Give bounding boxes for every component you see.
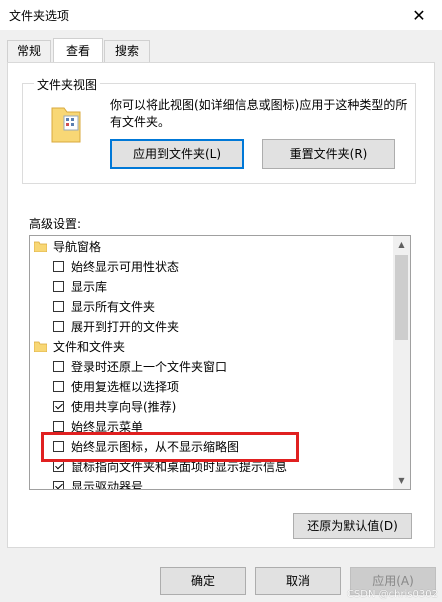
- tab-general[interactable]: 常规: [7, 40, 51, 62]
- tree-item-label: 显示所有文件夹: [71, 300, 156, 314]
- ok-button[interactable]: 确定: [160, 567, 246, 595]
- folder-icon: [34, 341, 47, 352]
- checkbox[interactable]: [53, 361, 64, 372]
- scroll-thumb[interactable]: [395, 255, 408, 340]
- tree-item-label: 显示驱动器号: [71, 480, 144, 490]
- tab-view[interactable]: 查看: [53, 38, 103, 62]
- checkbox[interactable]: [53, 461, 64, 472]
- tree-item-label: 使用复选框以选择项: [71, 380, 180, 394]
- restore-defaults-button[interactable]: 还原为默认值(D): [293, 513, 412, 539]
- tab-search[interactable]: 搜索: [104, 40, 150, 62]
- checkbox[interactable]: [53, 301, 64, 312]
- checkbox[interactable]: [53, 281, 64, 292]
- apply-to-folders-button[interactable]: 应用到文件夹(L): [110, 139, 244, 169]
- tree-item-label: 使用共享向导(推荐): [71, 400, 177, 414]
- window-title: 文件夹选项: [9, 9, 70, 23]
- checkbox[interactable]: [53, 381, 64, 392]
- checkbox[interactable]: [53, 261, 64, 272]
- reset-folders-button[interactable]: 重置文件夹(R): [262, 139, 395, 169]
- advanced-settings-label: 高级设置:: [29, 217, 82, 231]
- checkbox[interactable]: [53, 321, 64, 332]
- checkbox[interactable]: [53, 481, 64, 489]
- watermark-text: CSDN @chris0302: [346, 589, 438, 600]
- folder-view-icon: [51, 107, 81, 143]
- checkbox[interactable]: [53, 421, 64, 432]
- folder-views-title: 文件夹视图: [34, 76, 101, 93]
- folder-views-description: 你可以将此视图(如详细信息或图标)应用于这种类型的所有文件夹。: [110, 98, 408, 129]
- checkbox[interactable]: [53, 401, 64, 412]
- tree-item-label: 导航窗格: [53, 240, 102, 254]
- cancel-button[interactable]: 取消: [255, 567, 341, 595]
- tree-scrollbar[interactable]: ▲ ▼: [393, 236, 410, 489]
- tree-item-label: 展开到打开的文件夹: [71, 320, 180, 334]
- highlight-box: [41, 432, 299, 462]
- tree-item-label: 始终显示可用性状态: [71, 260, 180, 274]
- tree-item-label: 显示库: [71, 280, 108, 294]
- scroll-up-icon[interactable]: ▲: [393, 236, 410, 253]
- close-icon[interactable]: ✕: [396, 0, 442, 30]
- folder-icon: [34, 241, 47, 252]
- scroll-down-icon[interactable]: ▼: [393, 472, 410, 489]
- tree-item-label: 登录时还原上一个文件夹窗口: [71, 360, 228, 374]
- title-bar: 文件夹选项 ✕: [0, 0, 442, 30]
- tree-item-label: 文件和文件夹: [53, 340, 126, 354]
